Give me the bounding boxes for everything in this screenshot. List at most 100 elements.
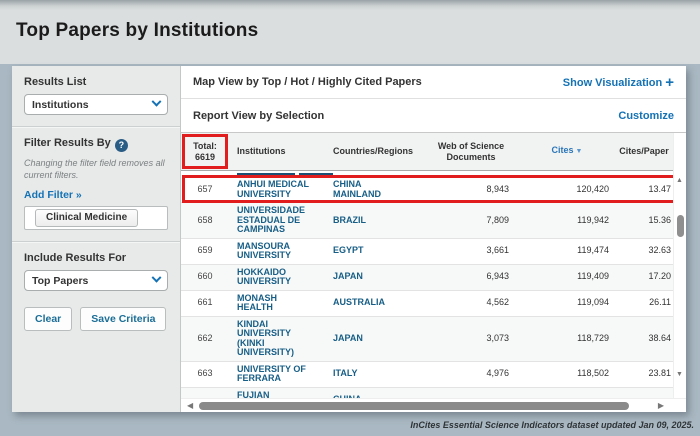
scroll-up-icon[interactable]: ▲ [676, 177, 683, 184]
map-view-bar: Map View by Top / Hot / Highly Cited Pap… [181, 66, 686, 99]
filter-field[interactable]: Clinical Medicine [24, 206, 168, 230]
help-icon[interactable]: ? [115, 139, 128, 152]
total-label: Total: [193, 141, 217, 152]
scroll-left-icon[interactable]: ◀ [187, 401, 193, 410]
rank-cell: 660 [181, 272, 229, 282]
col-header-cites[interactable]: Cites▼ [519, 145, 615, 158]
country-cell: CHINA MAINLAND [329, 180, 423, 199]
dataset-update-note: InCites Essential Science Indicators dat… [410, 420, 694, 430]
include-results-value: Top Papers [32, 275, 88, 287]
save-criteria-button[interactable]: Save Criteria [80, 307, 166, 331]
country-cell: ITALY [329, 369, 423, 379]
country-link[interactable]: BRAZIL [333, 216, 366, 226]
col-header-institutions[interactable]: Institutions [229, 146, 329, 157]
report-view-title: Report View by Selection [193, 110, 324, 122]
col-header-countries[interactable]: Countries/Regions [329, 146, 423, 157]
rank-cell: 663 [181, 369, 229, 379]
results-list-value: Institutions [32, 99, 89, 111]
wos-documents-cell: 3,661 [423, 246, 519, 256]
country-link[interactable]: JAPAN [333, 272, 363, 282]
country-cell: JAPAN [329, 272, 423, 282]
institution-link[interactable]: UNIVERSITY OF FERRARA [237, 365, 309, 384]
institution-cell: UNIVERSIDADE ESTADUAL DE CAMPINAS [229, 206, 329, 235]
table-row: 658 UNIVERSIDADE ESTADUAL DE CAMPINAS BRAZ… [181, 203, 673, 239]
wos-documents-cell: 8,943 [423, 185, 519, 195]
include-results-dropdown[interactable]: Top Papers [24, 270, 168, 291]
institution-link[interactable]: UNIVERSIDADE ESTADUAL DE CAMPINAS [237, 206, 309, 235]
country-link[interactable]: AUSTRALIA [333, 298, 385, 308]
filter-tag-clinical-medicine[interactable]: Clinical Medicine [35, 209, 138, 227]
institution-link[interactable]: KINDAI UNIVERSITY (KINKI UNIVERSITY) [237, 320, 309, 358]
institution-link[interactable]: FUJIAN MEDICAL UNIVERSITY [237, 391, 309, 399]
clear-button[interactable]: Clear [24, 307, 72, 331]
country-link[interactable]: ITALY [333, 369, 358, 379]
cites-per-paper-cell: 26.11 [615, 298, 673, 308]
cites-per-paper-cell: 23.81 [615, 369, 673, 379]
table-row: 664FUJIAN MEDICAL UNIVERSITYCHINA MAINLA… [181, 388, 673, 399]
filter-section-title: Filter Results By? [24, 137, 168, 152]
country-link[interactable]: CHINA MAINLAND [333, 180, 395, 199]
plus-icon: + [665, 74, 674, 91]
divider [12, 126, 180, 128]
wos-documents-cell: 3,073 [423, 334, 519, 344]
col-header-documents[interactable]: Web of Science Documents [423, 141, 519, 162]
cites-cell: 118,729 [519, 334, 615, 344]
cites-cell: 120,420 [519, 185, 615, 195]
institution-link[interactable]: MANSOURA UNIVERSITY [237, 242, 309, 261]
total-cell: Total: 6619 [181, 133, 229, 171]
country-cell: AUSTRALIA [329, 298, 423, 308]
institution-cell: ANHUI MEDICAL UNIVERSITY [229, 180, 329, 199]
scroll-down-icon[interactable]: ▼ [676, 371, 683, 378]
table-body: 657ANHUI MEDICAL UNIVERSITYCHINA MAINLAN… [181, 171, 673, 398]
filter-note: Changing the filter field removes all cu… [24, 158, 168, 181]
wos-documents-cell: 7,809 [423, 216, 519, 226]
wos-documents-cell: 4,976 [423, 369, 519, 379]
sort-desc-icon: ▼ [576, 148, 583, 155]
vertical-scrollbar[interactable]: ▲ ▼ [673, 133, 686, 398]
rank-cell: 658 [181, 216, 229, 226]
sidebar: Results List Institutions Filter Results… [12, 66, 181, 412]
institution-cell: KINDAI UNIVERSITY (KINKI UNIVERSITY) [229, 320, 329, 358]
horizontal-scrollbar[interactable]: ◀ ▶ [181, 398, 686, 412]
scroll-right-icon[interactable]: ▶ [658, 401, 664, 410]
results-list-dropdown[interactable]: Institutions [24, 94, 168, 115]
institution-cell: UNIVERSITY OF FERRARA [229, 365, 329, 384]
vertical-scroll-thumb[interactable] [677, 215, 684, 237]
rank-cell: 661 [181, 298, 229, 308]
country-link[interactable]: EGYPT [333, 246, 364, 256]
country-cell: EGYPT [329, 246, 423, 256]
page-header-band: Top Papers by Institutions [0, 0, 700, 64]
institution-cell: MANSOURA UNIVERSITY [229, 242, 329, 261]
show-visualization-label: Show Visualization [563, 77, 662, 89]
show-visualization-link[interactable]: Show Visualization+ [563, 74, 674, 91]
filter-section-title-text: Filter Results By [24, 137, 111, 149]
clipped-text-fragment [237, 173, 295, 176]
content-panel: Results List Institutions Filter Results… [12, 66, 686, 412]
map-view-title: Map View by Top / Hot / Highly Cited Pap… [193, 76, 422, 88]
cites-per-paper-cell: 38.64 [615, 334, 673, 344]
page-title: Top Papers by Institutions [16, 20, 258, 42]
rank-cell: 659 [181, 246, 229, 256]
institution-link[interactable]: HOKKAIDO UNIVERSITY [237, 268, 309, 287]
horizontal-scroll-thumb[interactable] [199, 402, 629, 410]
report-view-bar: Report View by Selection Customize [181, 99, 686, 132]
institution-cell: MONASH HEALTH [229, 294, 329, 313]
cites-per-paper-cell: 15.36 [615, 216, 673, 226]
country-cell: JAPAN [329, 334, 423, 344]
wos-documents-cell: 4,562 [423, 298, 519, 308]
rank-cell: 662 [181, 334, 229, 344]
add-filter-link[interactable]: Add Filter » [24, 189, 168, 201]
institution-cell: HOKKAIDO UNIVERSITY [229, 268, 329, 287]
institution-link[interactable]: ANHUI MEDICAL UNIVERSITY [237, 180, 309, 199]
results-table: Total: 6619 Institutions Countries/Regio… [181, 132, 686, 398]
include-results-label: Include Results For [24, 252, 168, 264]
table-row: 663UNIVERSITY OF FERRARAITALY4,976118,50… [181, 362, 673, 388]
cites-cell: 119,094 [519, 298, 615, 308]
main-content: Map View by Top / Hot / Highly Cited Pap… [181, 66, 686, 412]
cites-cell: 119,474 [519, 246, 615, 256]
customize-link[interactable]: Customize [618, 110, 674, 122]
results-list-label: Results List [24, 76, 168, 88]
country-link[interactable]: JAPAN [333, 334, 363, 344]
col-header-cites-paper[interactable]: Cites/Paper [615, 146, 673, 157]
institution-link[interactable]: MONASH HEALTH [237, 294, 309, 313]
